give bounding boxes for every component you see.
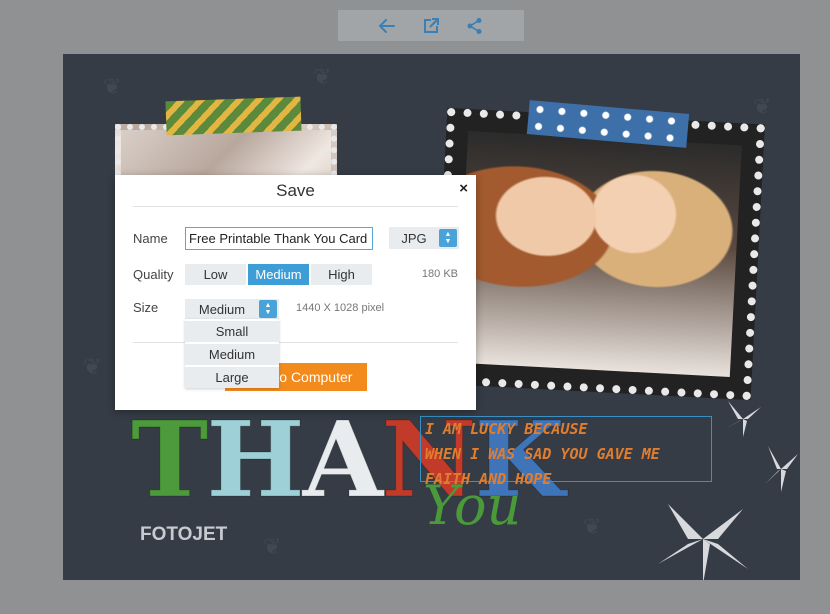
open-external-button[interactable]	[420, 15, 442, 37]
file-name-input[interactable]	[185, 227, 373, 250]
size-value: Medium	[198, 301, 246, 317]
format-select[interactable]: JPG ▲ ▼	[389, 227, 459, 249]
arrow-left-icon	[378, 18, 395, 33]
quote-line: I AM LUCKY BECAUSE	[425, 420, 588, 438]
image-dimensions: 1440 X 1028 pixel	[296, 302, 385, 314]
chevron-up-down-icon: ▲ ▼	[259, 300, 277, 318]
divider	[133, 206, 458, 207]
quality-toggle-group: Low Medium High	[185, 264, 372, 285]
dialog-title: Save	[276, 181, 315, 200]
quote-line: FAITH AND HOPE	[425, 470, 552, 488]
leaf-decoration-icon: ❦	[103, 74, 122, 99]
leaf-decoration-icon: ❦	[263, 534, 282, 559]
quote-line: WHEN I WAS SAD YOU GAVE ME	[425, 445, 660, 463]
fotojet-logo: FOTOJET	[140, 524, 228, 545]
open-external-icon	[424, 17, 439, 33]
share-icon	[467, 17, 482, 34]
close-button[interactable]: ×	[459, 180, 468, 197]
size-dropdown-menu: Small Medium Large	[185, 319, 279, 388]
photo-image	[456, 130, 742, 378]
file-size: 180 KB	[421, 268, 458, 280]
thank-letter: A	[302, 398, 384, 521]
photo-frame-right[interactable]	[432, 107, 766, 401]
quality-medium-button[interactable]: Medium	[248, 264, 309, 285]
name-label: Name	[133, 231, 168, 246]
leaf-decoration-icon: ❦	[583, 514, 602, 539]
size-option-medium[interactable]: Medium	[185, 344, 279, 365]
top-toolbar	[338, 10, 524, 41]
share-button[interactable]	[464, 15, 486, 37]
size-select[interactable]: Medium ▲ ▼	[185, 299, 279, 319]
size-option-small[interactable]: Small	[185, 321, 279, 342]
quality-low-button[interactable]: Low	[185, 264, 246, 285]
flower-decoration-icon	[725, 401, 761, 437]
flower-decoration-icon	[765, 446, 798, 492]
quality-high-button[interactable]: High	[311, 264, 372, 285]
chevron-up-down-icon: ▲ ▼	[439, 229, 457, 247]
washi-tape-green[interactable]	[165, 96, 302, 136]
size-option-large[interactable]: Large	[185, 367, 279, 388]
format-value: JPG	[401, 230, 427, 246]
leaf-decoration-icon: ❦	[313, 64, 332, 89]
leaf-decoration-icon: ❦	[753, 94, 772, 119]
thank-letter: T	[130, 398, 208, 521]
flower-decoration-icon	[658, 504, 748, 580]
thank-letter: H	[206, 398, 305, 521]
divider	[133, 342, 458, 343]
leaf-decoration-icon: ❦	[83, 354, 102, 379]
quality-label: Quality	[133, 267, 174, 282]
back-button[interactable]	[376, 15, 398, 37]
save-dialog: Save × Name JPG ▲▼ Quality Low Medium Hi…	[115, 175, 476, 410]
size-label: Size	[133, 300, 159, 315]
quote-textbox[interactable]: I AM LUCKY BECAUSE WHEN I WAS SAD YOU GA…	[420, 416, 712, 488]
